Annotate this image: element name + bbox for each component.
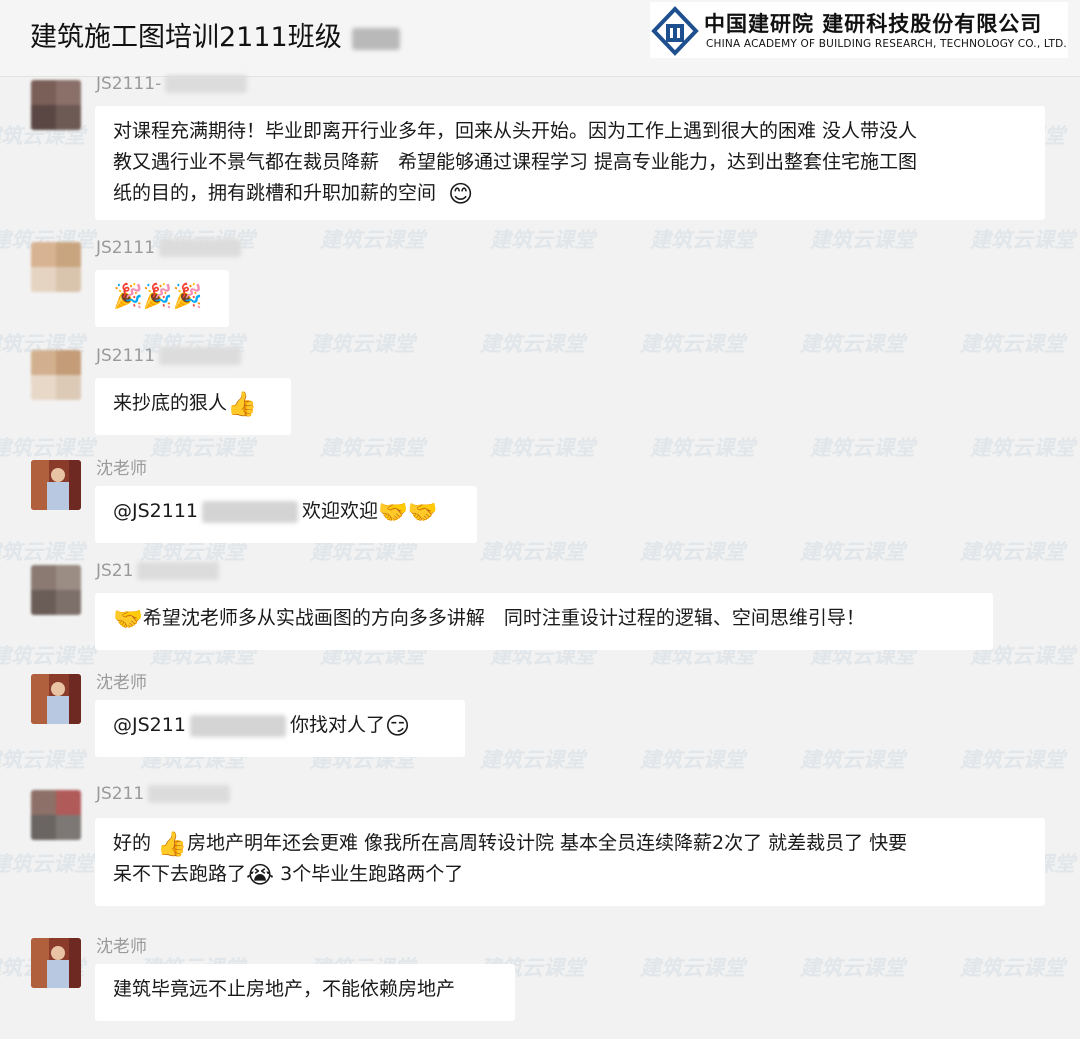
- logo-chinese-name: 中国建研院 建研科技股份有限公司: [704, 11, 1043, 36]
- handshake-emoji-icon: 🤝🤝: [378, 497, 438, 526]
- watermark-text: 建筑云课堂: [640, 956, 745, 980]
- message-line: 对课程充满期待！毕业即离开行业多年，回来从头开始。因为工作上遇到很大的困难 没人…: [113, 120, 918, 142]
- watermark-text: 建筑云课堂: [320, 228, 425, 252]
- chat-title: 建筑施工图培训2111班级: [30, 20, 400, 56]
- watermark-text: 建筑云课堂: [490, 228, 595, 252]
- avatar[interactable]: [31, 80, 81, 130]
- sender-name: 沈老师: [96, 937, 147, 957]
- redacted-name: [165, 75, 248, 93]
- watermark-text: 建筑云课堂: [800, 748, 905, 772]
- logo-english-name: CHINA ACADEMY OF BUILDING RESEARCH, TECH…: [706, 38, 1067, 50]
- watermark-text: 建筑云课堂: [800, 540, 905, 564]
- watermark-text: 建筑云课堂: [970, 228, 1075, 252]
- avatar[interactable]: [31, 674, 81, 724]
- redacted-name: [159, 347, 242, 365]
- sender-name: JS2111: [96, 346, 242, 366]
- message-text: 希望沈老师多从实战画图的方向多多讲解 同时注重设计过程的逻辑、空间思维引导！: [142, 607, 865, 629]
- redacted-title-suffix: [351, 27, 400, 50]
- message-bubble[interactable]: @JS2111 欢迎欢迎🤝🤝: [95, 486, 477, 543]
- watermark-text: 建筑云课堂: [640, 540, 745, 564]
- watermark-text: 建筑云课堂: [960, 332, 1065, 356]
- watermark-text: 建筑云课堂: [650, 436, 755, 460]
- redacted-name: [137, 562, 220, 580]
- watermark-text: 建筑云课堂: [0, 852, 95, 876]
- sender-name: JS21: [96, 561, 220, 581]
- message-text: 你找对人了: [289, 714, 385, 736]
- mention[interactable]: @JS2111: [113, 500, 198, 522]
- watermark-text: 建筑云课堂: [800, 332, 905, 356]
- watermark-text: 建筑云课堂: [480, 332, 585, 356]
- sender-name: JS211: [96, 784, 231, 804]
- smile-emoji-icon: 😊: [448, 179, 474, 208]
- avatar[interactable]: [31, 790, 81, 840]
- watermark-text: 建筑云课堂: [810, 436, 915, 460]
- message-bubble[interactable]: 好的 👍房地产明年还会更难 像我所在高周转设计院 基本全员连续降薪2次了 就差裁…: [95, 818, 1045, 906]
- message-bubble[interactable]: @JS211 你找对人了😏: [95, 700, 465, 757]
- smirk-emoji-icon: 😏: [384, 711, 410, 740]
- thumbs-up-emoji-icon: 👍: [157, 829, 187, 858]
- watermark-text: 建筑云课堂: [490, 436, 595, 460]
- sender-name: 沈老师: [96, 459, 147, 479]
- watermark-text: 建筑云课堂: [970, 436, 1075, 460]
- watermark-text: 建筑云课堂: [640, 748, 745, 772]
- avatar[interactable]: [31, 938, 81, 988]
- watermark-text: 建筑云课堂: [960, 540, 1065, 564]
- redacted-mention: [189, 714, 286, 737]
- watermark-text: 建筑云课堂: [0, 540, 85, 564]
- message-bubble[interactable]: 对课程充满期待！毕业即离开行业多年，回来从头开始。因为工作上遇到很大的困难 没人…: [95, 106, 1045, 220]
- watermark-text: 建筑云课堂: [810, 228, 915, 252]
- message-line: 好的 👍房地产明年还会更难 像我所在高周转设计院 基本全员连续降薪2次了 就差裁…: [113, 829, 908, 858]
- company-logo: 中国建研院 建研科技股份有限公司 CHINA ACADEMY OF BUILDI…: [650, 2, 1068, 58]
- message-bubble[interactable]: 建筑毕竟远不止房地产，不能依赖房地产: [95, 964, 515, 1021]
- watermark-text: 建筑云课堂: [960, 748, 1065, 772]
- watermark-text: 建筑云课堂: [650, 228, 755, 252]
- watermark-text: 建筑云课堂: [0, 644, 95, 668]
- avatar[interactable]: [31, 460, 81, 510]
- watermark-text: 建筑云课堂: [960, 956, 1065, 980]
- redacted-name: [148, 785, 231, 803]
- avatar[interactable]: [31, 242, 81, 292]
- message-line: 呆不下去跑路了😭 3个毕业生跑路两个了: [113, 860, 464, 889]
- watermark-text: 建筑云课堂: [800, 956, 905, 980]
- watermark-text: 建筑云课堂: [480, 540, 585, 564]
- message-text: 欢迎欢迎: [302, 500, 379, 522]
- thumbs-up-emoji-icon: 👍: [227, 389, 257, 418]
- watermark-text: 建筑云课堂: [320, 436, 425, 460]
- logo-emblem-icon: [651, 6, 699, 56]
- message-bubble[interactable]: 来抄底的狠人👍: [95, 378, 291, 435]
- avatar[interactable]: [31, 565, 81, 615]
- watermark-text: 建筑云课堂: [0, 748, 85, 772]
- message-bubble[interactable]: 🤝希望沈老师多从实战画图的方向多多讲解 同时注重设计过程的逻辑、空间思维引导！: [95, 593, 993, 650]
- watermark-text: 建筑云课堂: [310, 332, 415, 356]
- sender-name: JS2111: [96, 238, 242, 258]
- handshake-emoji-icon: 🤝: [113, 604, 143, 633]
- watermark-text: 建筑云课堂: [640, 332, 745, 356]
- watermark-text: 建筑云课堂: [480, 748, 585, 772]
- redacted-name: [159, 239, 242, 257]
- sender-name: JS2111-: [96, 74, 248, 94]
- mention[interactable]: @JS211: [113, 714, 186, 736]
- message-bubble[interactable]: 🎉🎉🎉: [95, 270, 229, 327]
- message-text: 建筑毕竟远不止房地产，不能依赖房地产: [113, 978, 456, 1000]
- crying-emoji-icon: 😭: [246, 860, 275, 889]
- message-line: 教又遇行业不景气都在裁员降薪 希望能够通过课程学习 提高专业能力，达到出整套住宅…: [113, 151, 918, 173]
- party-popper-emoji-icon: 🎉🎉🎉: [113, 281, 203, 310]
- message-text: 来抄底的狠人: [113, 392, 228, 414]
- chat-header: 建筑施工图培训2111班级 中国建研院 建研科技股份有限公司 CHINA ACA…: [0, 0, 1080, 77]
- redacted-mention: [202, 500, 299, 523]
- chat-title-text: 建筑施工图培训2111班级: [30, 22, 342, 53]
- sender-name: 沈老师: [96, 673, 147, 693]
- message-line: 纸的目的，拥有跳槽和升职加薪的空间 😊: [113, 179, 474, 208]
- watermark-text: 建筑云课堂: [150, 436, 255, 460]
- watermark-text: 建筑云课堂: [0, 436, 95, 460]
- avatar[interactable]: [31, 350, 81, 400]
